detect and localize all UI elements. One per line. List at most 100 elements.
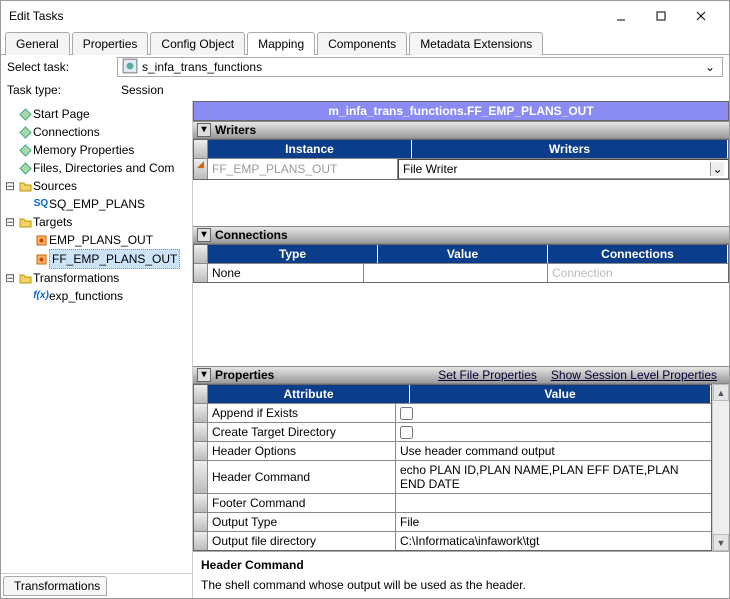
collapse-icon[interactable]: ▾	[197, 368, 211, 382]
select-task-value: s_infa_trans_functions	[138, 60, 702, 74]
property-row[interactable]: Create Target Directory	[194, 422, 711, 441]
conn-connections: Connection	[548, 264, 728, 282]
property-checkbox[interactable]	[400, 426, 413, 439]
writers-writer-select[interactable]: File Writer ⌄	[398, 159, 728, 179]
prop-col-attribute: Attribute	[208, 385, 410, 403]
tab-metadata-extensions[interactable]: Metadata Extensions	[409, 32, 543, 55]
property-value-cell[interactable]	[396, 423, 711, 441]
tab-config-object[interactable]: Config Object	[150, 32, 245, 55]
close-button[interactable]	[681, 1, 721, 31]
property-value-cell[interactable]: echo PLAN ID,PLAN NAME,PLAN EFF DATE,PLA…	[396, 461, 711, 493]
writers-row[interactable]: ◢ FF_EMP_PLANS_OUT File Writer ⌄	[194, 158, 728, 179]
tree-item-emp-plans-out[interactable]: EMP_PLANS_OUT	[3, 231, 190, 249]
help-panel: Header Command The shell command whose o…	[193, 551, 729, 598]
collapse-icon[interactable]: ▾	[197, 123, 211, 137]
connections-row[interactable]: None Connection	[194, 263, 728, 282]
tree-item-label: FF_EMP_PLANS_OUT	[49, 249, 180, 269]
tab-properties[interactable]: Properties	[72, 32, 149, 55]
mapping-title: m_infa_trans_functions.FF_EMP_PLANS_OUT	[193, 101, 729, 121]
minimize-button[interactable]	[601, 1, 641, 31]
tree-twist-icon[interactable]: ⊟	[3, 269, 17, 287]
tree-item-memory-properties[interactable]: Memory Properties	[3, 141, 190, 159]
target-icon	[33, 234, 49, 247]
tree-item-targets[interactable]: ⊟ Targets	[3, 213, 190, 231]
tree-item-label: exp_functions	[49, 287, 123, 305]
tree-item-label: Connections	[33, 123, 100, 141]
writers-grid: Instance Writers ◢ FF_EMP_PLANS_OUT File…	[193, 139, 729, 180]
tree-item-label: Files, Directories and Com	[33, 159, 174, 177]
tree-item-ff-emp-plans-out[interactable]: FF_EMP_PLANS_OUT	[3, 249, 190, 269]
writers-instance: FF_EMP_PLANS_OUT	[208, 159, 398, 179]
tree-item-exp-functions[interactable]: f(x)exp_functions	[3, 287, 190, 305]
diamond-icon	[17, 108, 33, 121]
task-type-label: Task type:	[7, 83, 117, 97]
navigator-tree: Start PageConnectionsMemory PropertiesFi…	[1, 101, 192, 573]
task-type-value: Session	[117, 81, 723, 99]
writers-title: Writers	[215, 123, 256, 137]
tree-item-sources[interactable]: ⊟Sources	[3, 177, 190, 195]
connections-grid: Type Value Connections None Connection	[193, 244, 729, 283]
tab-bar: GeneralPropertiesConfig ObjectMappingCom…	[1, 31, 729, 55]
scroll-down-icon[interactable]: ▼	[713, 534, 729, 551]
diamond-icon	[17, 144, 33, 157]
tree-item-label: Targets	[33, 213, 72, 231]
property-value-cell[interactable]: File	[396, 513, 711, 531]
property-value-cell[interactable]	[396, 404, 711, 422]
property-row[interactable]: Append if Exists	[194, 403, 711, 422]
tree-item-transformations[interactable]: ⊟ Transformations	[3, 269, 190, 287]
tab-general[interactable]: General	[5, 32, 70, 55]
tree-item-label: Memory Properties	[33, 141, 134, 159]
sq-icon: SQ	[33, 195, 49, 213]
prop-col-value: Value	[410, 385, 711, 403]
property-attribute: Header Options	[208, 442, 396, 460]
conn-type: None	[208, 264, 364, 282]
property-row[interactable]: Header OptionsUse header command output	[194, 441, 711, 460]
collapse-icon[interactable]: ▾	[197, 228, 211, 242]
select-task-dropdown[interactable]: s_infa_trans_functions ⌄	[117, 57, 723, 77]
property-row[interactable]: Output file directory C:\Informatica\infa…	[194, 531, 711, 550]
conn-col-value: Value	[378, 245, 548, 263]
tree-item-label: Start Page	[33, 105, 90, 123]
maximize-button[interactable]	[641, 1, 681, 31]
fx-icon: f(x)	[33, 287, 49, 305]
help-body: The shell command whose output will be u…	[201, 578, 721, 592]
writers-header: ▾ Writers	[193, 121, 729, 139]
tab-mapping[interactable]: Mapping	[247, 32, 315, 55]
tree-twist-icon[interactable]: ⊟	[3, 213, 17, 231]
folder-icon	[17, 216, 33, 229]
property-value: C:\Informatica\infawork\tgt	[400, 534, 539, 548]
side-tab-transformations[interactable]: Transformations	[3, 576, 107, 596]
tree-item-label: EMP_PLANS_OUT	[49, 231, 153, 249]
property-value-cell[interactable]: C:\Informatica\infawork\tgt	[396, 532, 711, 550]
property-value-cell[interactable]: Use header command output	[396, 442, 711, 460]
property-attribute: Append if Exists	[208, 404, 396, 422]
link-show-session-level-properties[interactable]: Show Session Level Properties	[551, 368, 717, 382]
tree-item-label: SQ_EMP_PLANS	[49, 195, 145, 213]
property-value: echo PLAN ID,PLAN NAME,PLAN EFF DATE,PLA…	[400, 463, 707, 491]
tab-components[interactable]: Components	[317, 32, 407, 55]
folder-icon	[17, 180, 33, 193]
property-row[interactable]: Output TypeFile	[194, 512, 711, 531]
property-row[interactable]: Header Commandecho PLAN ID,PLAN NAME,PLA…	[194, 460, 711, 493]
property-value-cell[interactable]	[396, 494, 711, 512]
property-checkbox[interactable]	[400, 407, 413, 420]
tree-item-label: Transformations	[33, 269, 119, 287]
tree-item-connections[interactable]: Connections	[3, 123, 190, 141]
writers-col-writers: Writers	[412, 140, 728, 158]
connections-header: ▾ Connections	[193, 226, 729, 244]
row-marker-icon: ◢	[194, 159, 207, 170]
properties-scrollbar[interactable]: ▲ ▼	[712, 384, 729, 551]
tree-twist-icon[interactable]: ⊟	[3, 177, 17, 195]
property-value: File	[400, 515, 419, 529]
window-title: Edit Tasks	[9, 9, 601, 23]
tree-item-start-page[interactable]: Start Page	[3, 105, 190, 123]
task-icon	[122, 58, 138, 77]
property-attribute: Output file directory	[208, 532, 396, 550]
tree-item-sq-emp-plans[interactable]: SQSQ_EMP_PLANS	[3, 195, 190, 213]
tree-item-files-directories-and-com[interactable]: Files, Directories and Com	[3, 159, 190, 177]
property-attribute: Footer Command	[208, 494, 396, 512]
link-set-file-properties[interactable]: Set File Properties	[438, 368, 537, 382]
scroll-up-icon[interactable]: ▲	[713, 384, 729, 401]
property-row[interactable]: Footer Command	[194, 493, 711, 512]
property-attribute: Create Target Directory	[208, 423, 396, 441]
